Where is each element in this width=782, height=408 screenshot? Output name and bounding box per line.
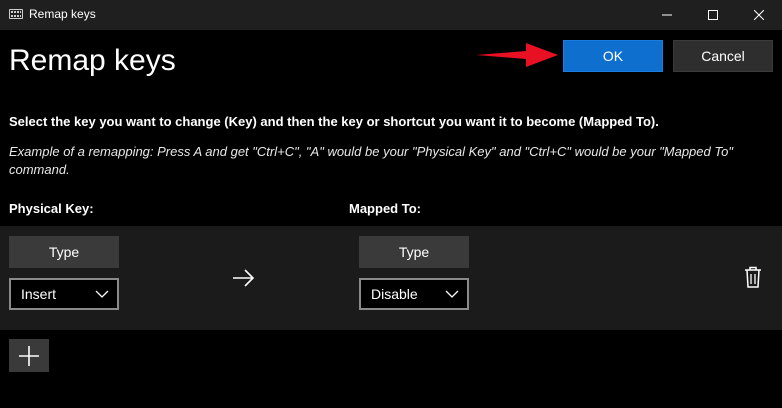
window-title: Remap keys bbox=[29, 7, 96, 21]
physical-type-button[interactable]: Type bbox=[9, 236, 119, 268]
physical-key-value: Insert bbox=[21, 286, 57, 302]
title-bar: Remap keys bbox=[0, 0, 782, 30]
maximize-icon bbox=[708, 10, 718, 20]
red-pointer-arrow-icon bbox=[476, 43, 558, 67]
minimize-icon bbox=[662, 14, 672, 16]
close-icon bbox=[754, 10, 764, 20]
instructions-text: Select the key you want to change (Key) … bbox=[9, 114, 659, 129]
chevron-down-icon bbox=[445, 290, 459, 298]
mapped-type-button[interactable]: Type bbox=[359, 236, 469, 268]
add-mapping-button[interactable] bbox=[9, 339, 49, 372]
mapped-key-dropdown[interactable]: Disable bbox=[359, 278, 469, 310]
page-title: Remap keys bbox=[9, 44, 176, 77]
physical-key-label: Physical Key: bbox=[9, 201, 94, 216]
plus-icon bbox=[19, 345, 39, 366]
arrow-right-icon bbox=[233, 269, 255, 287]
mapped-key-value: Disable bbox=[371, 286, 418, 302]
close-button[interactable] bbox=[736, 0, 782, 30]
mapping-row: Type Insert Type Disable bbox=[0, 226, 782, 330]
example-text: Example of a remapping: Press A and get … bbox=[9, 144, 733, 177]
trash-icon[interactable] bbox=[744, 266, 762, 288]
mapped-to-label: Mapped To: bbox=[349, 201, 421, 216]
cancel-button[interactable]: Cancel bbox=[673, 40, 773, 72]
physical-key-dropdown[interactable]: Insert bbox=[9, 278, 119, 310]
minimize-button[interactable] bbox=[644, 0, 690, 30]
maximize-button[interactable] bbox=[690, 0, 736, 30]
chevron-down-icon bbox=[95, 290, 109, 298]
ok-button[interactable]: OK bbox=[563, 40, 663, 72]
keyboard-icon bbox=[9, 9, 23, 19]
